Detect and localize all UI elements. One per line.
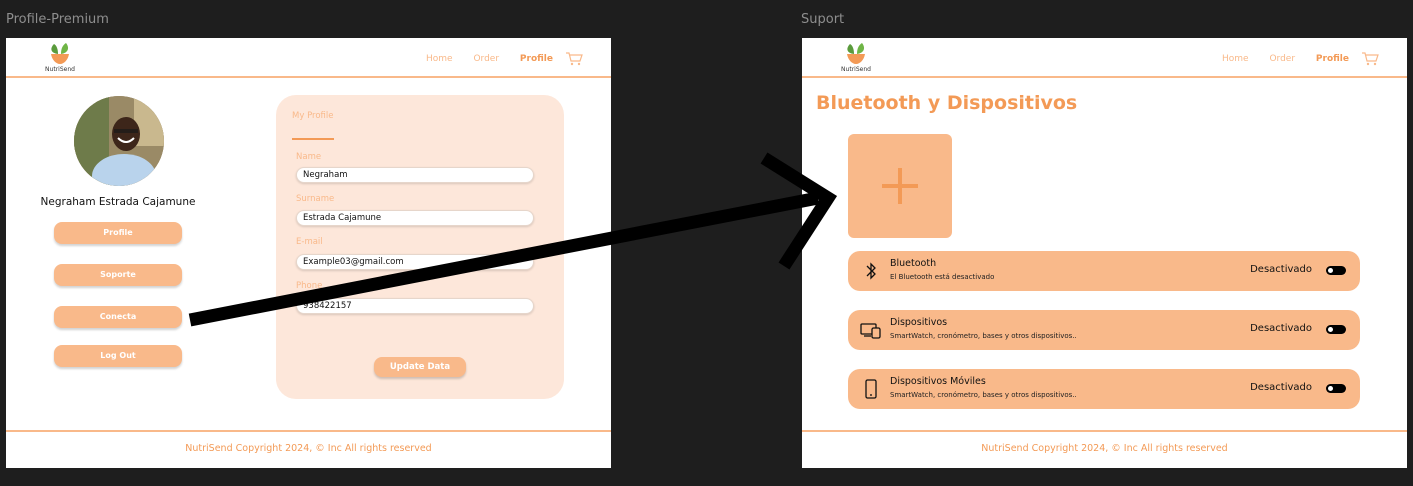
logo-text: NutriSend [45, 66, 75, 73]
mobile-icon [865, 379, 877, 399]
nav-home-link[interactable]: Home [426, 54, 453, 64]
surname-field[interactable]: Estrada Cajamune [296, 210, 534, 226]
row-status: Desactivado [1250, 382, 1312, 393]
cart-icon[interactable] [1361, 52, 1379, 66]
logo-icon [51, 43, 69, 64]
dispositivos-toggle[interactable] [1326, 325, 1346, 334]
cart-icon[interactable] [565, 52, 583, 66]
add-device-button[interactable] [848, 134, 952, 238]
card-title-underline [292, 138, 334, 140]
moviles-toggle[interactable] [1326, 384, 1346, 393]
logout-button[interactable]: Log Out [54, 345, 182, 367]
logo-text: NutriSend [841, 66, 871, 73]
frame-label-profile: Profile-Premium [6, 12, 109, 27]
toggle-knob [1328, 386, 1333, 391]
frame-label-support: Suport [801, 12, 845, 27]
dispositivos-row[interactable]: Dispositivos SmartWatch, cronómetro, bas… [848, 310, 1360, 350]
plus-icon [882, 168, 918, 204]
toggle-knob [1328, 268, 1333, 273]
user-name: Negraham Estrada Cajamune [40, 196, 196, 208]
email-field[interactable]: Example03@gmail.com [296, 254, 534, 270]
nav-profile-link[interactable]: Profile [520, 54, 553, 64]
bluetooth-icon [866, 262, 876, 280]
avatar [74, 96, 164, 186]
navbar: NutriSend Home Order Profile [802, 38, 1407, 78]
moviles-row[interactable]: Dispositivos Móviles SmartWatch, cronóme… [848, 369, 1360, 409]
row-subtitle: SmartWatch, cronómetro, bases y otros di… [890, 332, 1077, 340]
support-frame: NutriSend Home Order Profile Bluetooth y… [802, 38, 1407, 468]
email-label: E-mail [296, 237, 323, 247]
footer: NutriSend Copyright 2024, © Inc All righ… [6, 430, 611, 468]
avatar-image [74, 96, 164, 186]
card-title: My Profile [292, 111, 334, 121]
logo-icon [847, 43, 865, 64]
phone-field[interactable]: 938422157 [296, 298, 534, 314]
logo[interactable]: NutriSend [44, 40, 76, 74]
row-status: Desactivado [1250, 323, 1312, 334]
row-subtitle: El Bluetooth está desactivado [890, 273, 995, 281]
update-data-button[interactable]: Update Data [374, 357, 466, 377]
conecta-button[interactable]: Conecta [54, 306, 182, 328]
row-title: Bluetooth [890, 258, 937, 269]
row-status: Desactivado [1250, 264, 1312, 275]
footer: NutriSend Copyright 2024, © Inc All righ… [802, 430, 1407, 468]
profile-button[interactable]: Profile [54, 222, 182, 244]
row-title: Dispositivos Móviles [890, 376, 986, 387]
row-subtitle: SmartWatch, cronómetro, bases y otros di… [890, 391, 1077, 399]
phone-label: Phone [296, 281, 323, 291]
bluetooth-row[interactable]: Bluetooth El Bluetooth está desactivado … [848, 251, 1360, 291]
devices-icon [860, 323, 881, 339]
profile-card: My Profile Name Negraham Surname Estrada… [276, 95, 564, 399]
name-label: Name [296, 152, 322, 162]
nav-links: Home Order Profile [1204, 54, 1349, 64]
nav-links: Home Order Profile [408, 54, 553, 64]
name-field[interactable]: Negraham [296, 167, 534, 183]
navbar: NutriSend Home Order Profile [6, 38, 611, 78]
bluetooth-toggle[interactable] [1326, 266, 1346, 275]
nav-home-link[interactable]: Home [1222, 54, 1249, 64]
nav-profile-link[interactable]: Profile [1316, 54, 1349, 64]
logo[interactable]: NutriSend [840, 40, 872, 74]
profile-frame: NutriSend Home Order Profile Negraham Es… [6, 38, 611, 468]
surname-label: Surname [296, 194, 335, 204]
nav-order-link[interactable]: Order [473, 54, 499, 64]
nav-order-link[interactable]: Order [1269, 54, 1295, 64]
row-title: Dispositivos [890, 317, 948, 328]
page-title: Bluetooth y Dispositivos [816, 92, 1078, 114]
soporte-button[interactable]: Soporte [54, 264, 182, 286]
toggle-knob [1328, 327, 1333, 332]
